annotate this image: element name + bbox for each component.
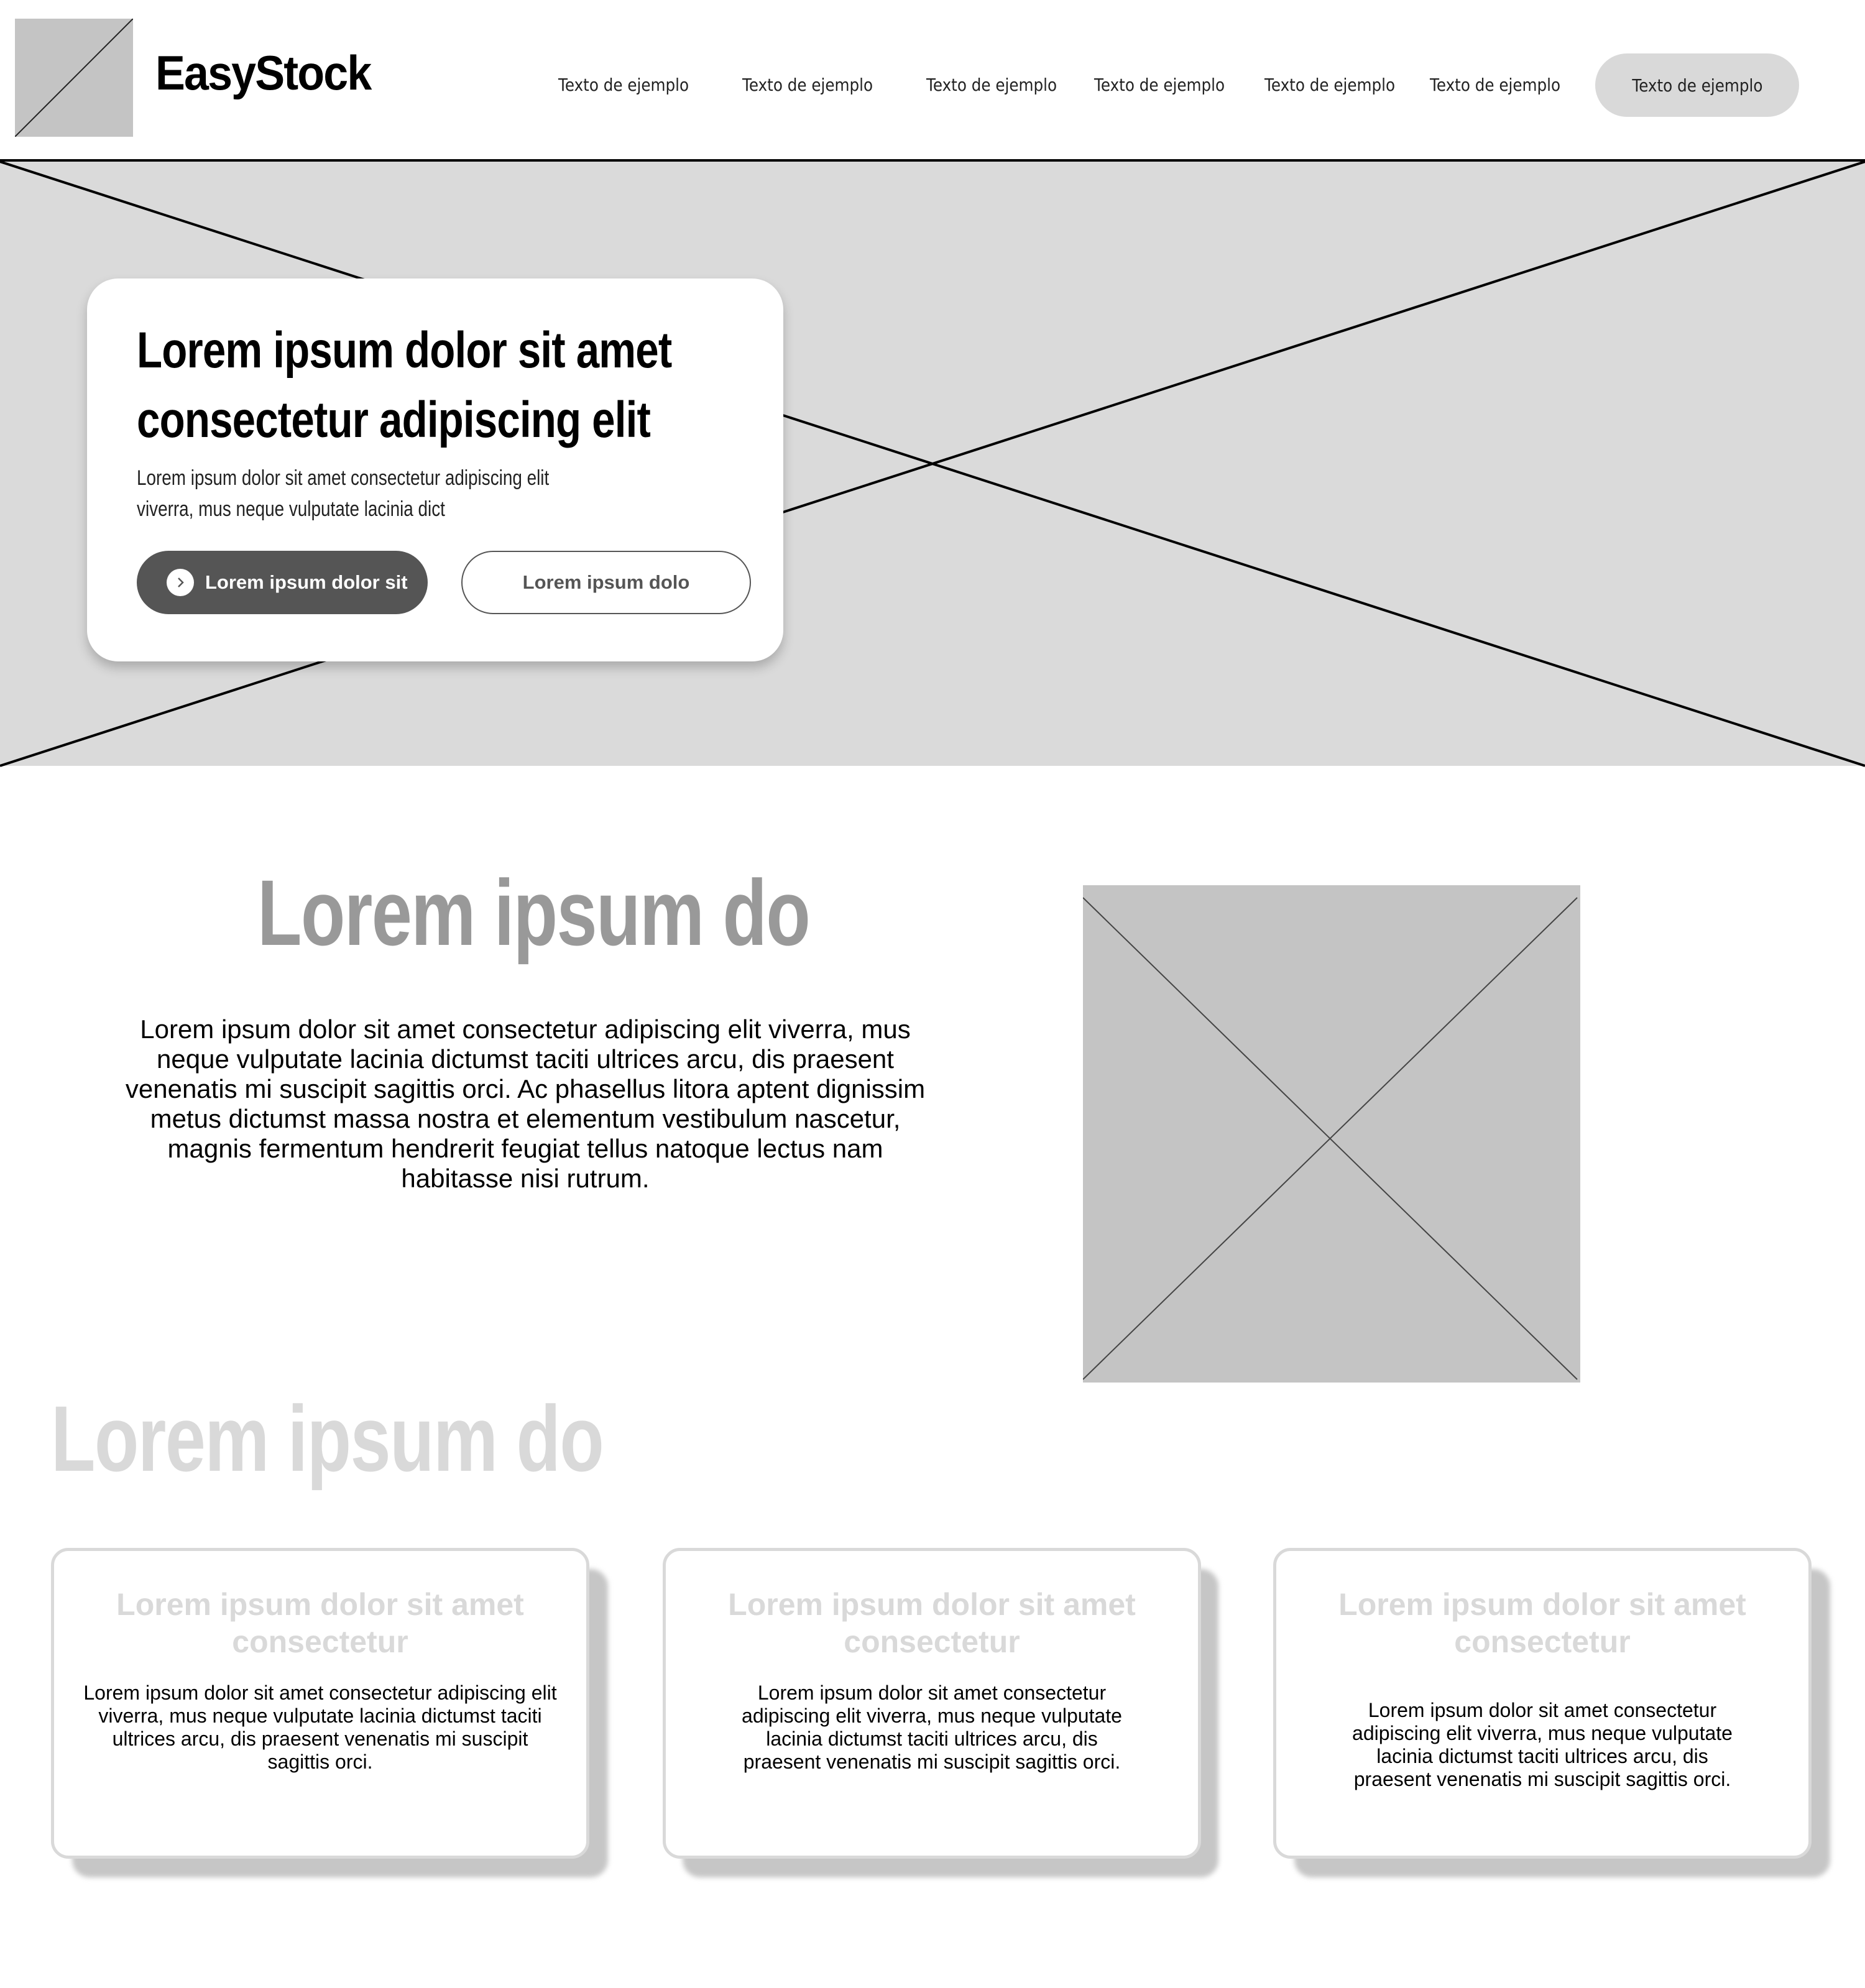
hero-secondary-button[interactable]: Lorem ipsum dolo — [461, 551, 751, 614]
nav-item-2[interactable]: Texto de ejemplo — [742, 75, 873, 95]
feature-card-text: Lorem ipsum dolor sit amet consectetur a… — [1352, 1699, 1733, 1790]
image-placeholder-icon — [15, 19, 133, 137]
feature-card-1[interactable]: Lorem ipsum dolor sit amet consectetur L… — [51, 1548, 589, 1859]
logo-placeholder-image[interactable] — [15, 19, 133, 137]
hero-title-line-1: Lorem ipsum dolor sit amet — [137, 322, 672, 379]
brand-name[interactable]: EasyStock — [155, 45, 372, 101]
nav-item-4[interactable]: Texto de ejemplo — [1094, 75, 1225, 95]
nav-item-5[interactable]: Texto de ejemplo — [1264, 75, 1395, 95]
nav-item-3[interactable]: Texto de ejemplo — [926, 75, 1057, 95]
hero-title: Lorem ipsum dolor sit amet consectetur a… — [137, 316, 672, 455]
nav-cta-button[interactable]: Texto de ejemplo — [1595, 53, 1799, 117]
feature-card-title: Lorem ipsum dolor sit amet consectetur — [116, 1587, 524, 1659]
hero-subtitle: Lorem ipsum dolor sit amet consectetur a… — [137, 462, 550, 525]
feature-card-text: Lorem ipsum dolor sit amet consectetur a… — [83, 1682, 557, 1773]
feature-card-title: Lorem ipsum dolor sit amet consectetur — [1338, 1587, 1746, 1659]
about-section-text: Lorem ipsum dolor sit amet consectetur a… — [125, 1015, 926, 1193]
hero-title-line-2: consectetur adipiscing elit — [137, 392, 651, 448]
feature-card-text: Lorem ipsum dolor sit amet consectetur a… — [742, 1682, 1122, 1773]
hero-primary-button-label: Lorem ipsum dolor sit — [205, 571, 408, 593]
about-image-placeholder — [1083, 885, 1580, 1383]
image-placeholder-icon — [1083, 897, 1578, 1380]
feature-card-2[interactable]: Lorem ipsum dolor sit amet consectetur L… — [663, 1548, 1201, 1859]
nav-cta-label: Texto de ejemplo — [1631, 75, 1763, 96]
feature-card-3[interactable]: Lorem ipsum dolor sit amet consectetur L… — [1273, 1548, 1812, 1859]
features-section-title: Lorem ipsum do — [51, 1386, 604, 1491]
nav-item-6[interactable]: Texto de ejemplo — [1430, 75, 1560, 95]
feature-card-title: Lorem ipsum dolor sit amet consectetur — [728, 1587, 1136, 1659]
hero-subtitle-line-2: viverra, mus neque vulputate lacinia dic… — [137, 497, 445, 521]
hero-subtitle-line-1: Lorem ipsum dolor sit amet consectetur a… — [137, 466, 550, 490]
about-section-title: Lorem ipsum do — [257, 860, 811, 965]
hero-primary-button[interactable]: Lorem ipsum dolor sit — [137, 551, 428, 614]
chevron-right-icon — [167, 569, 194, 596]
nav-item-1[interactable]: Texto de ejemplo — [558, 75, 689, 95]
